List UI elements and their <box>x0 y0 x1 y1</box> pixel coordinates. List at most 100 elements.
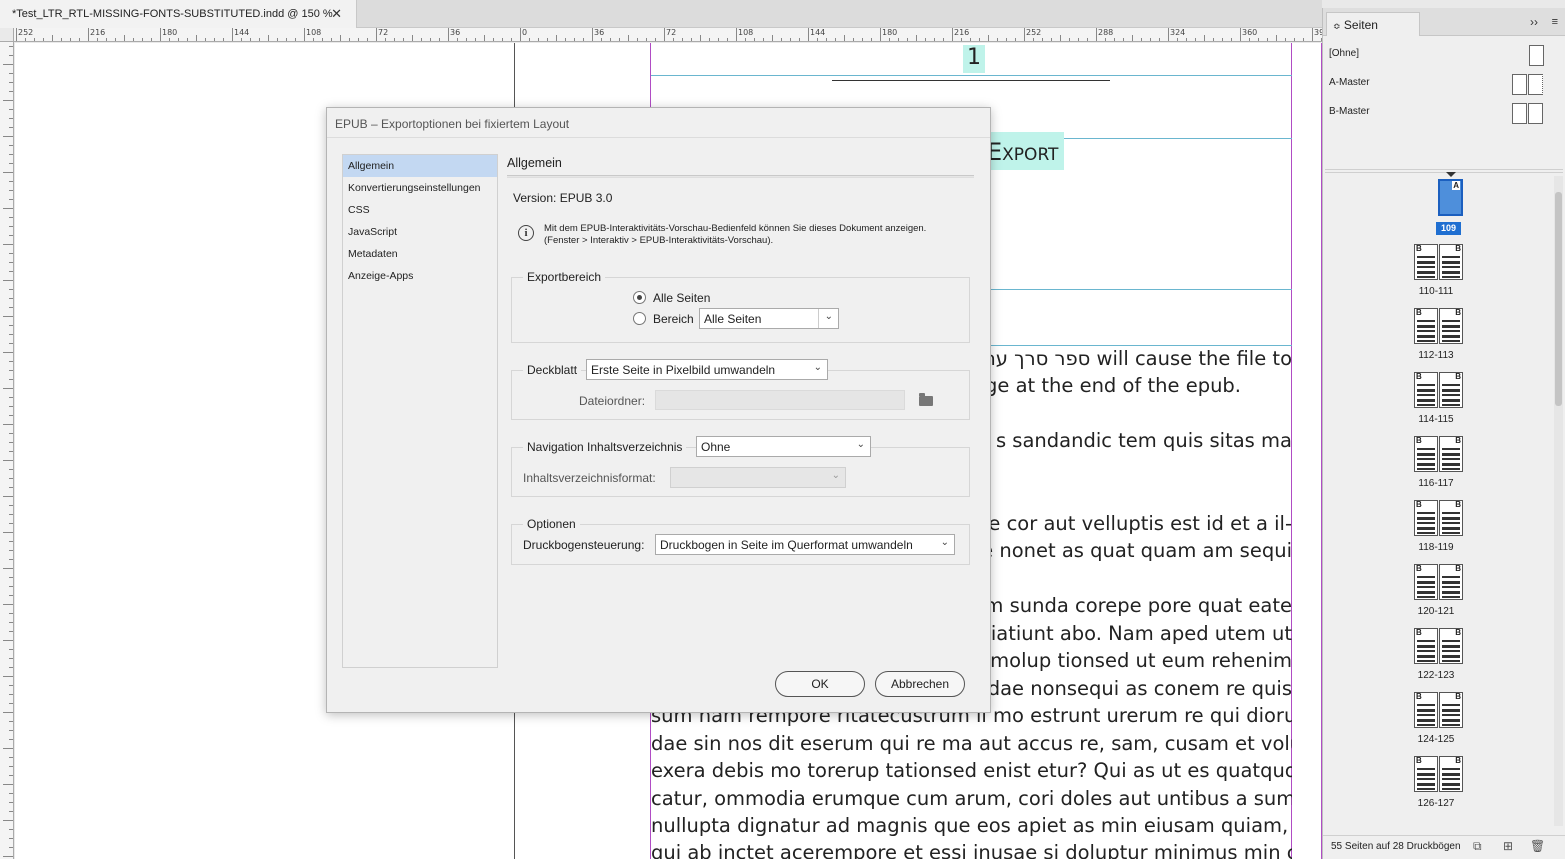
spread-label[interactable]: 120-121 <box>1396 606 1476 617</box>
spread-label[interactable]: 116-117 <box>1396 478 1476 489</box>
spread-label[interactable]: 110-111 <box>1396 286 1476 297</box>
master-letter: B <box>1455 500 1461 509</box>
edit-page-size-icon[interactable]: ⧉ <box>1473 839 1482 854</box>
ruler-tick <box>529 38 530 41</box>
ruler-tick <box>241 38 242 41</box>
page-thumbnail[interactable]: B <box>1439 756 1463 792</box>
master-b-thumbnail-left[interactable] <box>1512 103 1527 124</box>
panel-menu-icon[interactable]: ≡ <box>1552 16 1558 28</box>
spread-label[interactable]: 124-125 <box>1396 734 1476 745</box>
range-select[interactable]: Alle Seiten ⌄ <box>699 308 839 329</box>
spread-label[interactable]: 126-127 <box>1396 798 1476 809</box>
page-thumbnail[interactable]: B <box>1439 244 1463 280</box>
spread-thumbnail[interactable]: BB <box>1414 372 1464 408</box>
page-109-label[interactable]: 109 <box>1436 222 1461 235</box>
page-thumbnail[interactable]: B <box>1439 308 1463 344</box>
page-thumbnail[interactable]: B <box>1414 372 1438 408</box>
navigation-select[interactable]: Ohne ⌄ <box>696 436 871 457</box>
page-thumbnail[interactable]: B <box>1414 692 1438 728</box>
text-block <box>1442 261 1460 264</box>
spread-label[interactable]: 114-115 <box>1396 414 1476 425</box>
page-thumbnail[interactable]: B <box>1414 244 1438 280</box>
page-thumbnail[interactable]: B <box>1414 628 1438 664</box>
page-thumbnail[interactable]: B <box>1414 308 1438 344</box>
spread-thumbnail[interactable]: BB <box>1414 436 1464 472</box>
folder-icon[interactable] <box>919 393 933 406</box>
page-thumbnail[interactable]: B <box>1439 628 1463 664</box>
nav-item-allgemein[interactable]: Allgemein <box>343 155 497 177</box>
new-page-icon[interactable]: ⊞ <box>1503 839 1513 853</box>
ruler-label: 0 <box>522 28 528 37</box>
panel-divider[interactable] <box>1325 169 1563 173</box>
ruler-tick <box>934 38 935 41</box>
pages-scroll-thumb[interactable] <box>1555 192 1562 406</box>
cancel-button[interactable]: Abbrechen <box>875 671 965 697</box>
ruler-tick <box>673 38 674 41</box>
master-a-thumbnail-right[interactable] <box>1528 74 1543 95</box>
nav-item-javascript[interactable]: JavaScript <box>343 221 497 243</box>
page-thumbnail[interactable]: B <box>1439 372 1463 408</box>
spread-thumbnail[interactable]: BB <box>1414 628 1464 664</box>
horizontal-ruler[interactable]: 252 216 180 144 108 72 36 0 36 72 108 144 180 216 252 2… <box>14 28 1322 42</box>
ruler-tick <box>9 55 13 56</box>
document-tab-title: *Test_LTR_RTL-MISSING-FONTS-SUBSTITUTED.… <box>12 8 333 20</box>
pages-panel-tab[interactable]: ≎ Seiten <box>1326 12 1420 36</box>
spine-marker-icon <box>1446 172 1456 177</box>
ruler-tick <box>9 343 13 344</box>
ruler-tick <box>1105 38 1106 41</box>
nav-item-anzeige-apps[interactable]: Anzeige-Apps <box>343 265 497 287</box>
spread-label[interactable]: 122-123 <box>1396 670 1476 681</box>
spread-thumbnail[interactable]: BB <box>1414 756 1464 792</box>
toc-format-select[interactable]: ⌄ <box>670 467 846 488</box>
radio-range-label[interactable]: Bereich <box>653 312 694 326</box>
nav-item-konvertierungseinstellungen[interactable]: Konvertierungseinstellungen <box>343 177 497 199</box>
text-block <box>1417 389 1435 392</box>
nav-item-css[interactable]: CSS <box>343 199 497 221</box>
ruler-tick <box>808 28 809 41</box>
delete-page-icon[interactable]: 🗑 <box>1530 839 1545 853</box>
page-thumbnail[interactable]: B <box>1439 564 1463 600</box>
master-none-thumbnail[interactable] <box>1529 45 1544 66</box>
radio-range[interactable] <box>633 312 646 325</box>
page-109-thumbnail[interactable]: A <box>1438 179 1463 216</box>
spread-thumbnail[interactable]: BB <box>1414 564 1464 600</box>
spread-thumbnail[interactable]: BB <box>1414 308 1464 344</box>
body-line: dae sin nos dit eserum qui re ma aut acc… <box>651 732 1292 755</box>
spread-thumbnail[interactable]: BB <box>1414 692 1464 728</box>
nav-item-metadaten[interactable]: Metadaten <box>343 243 497 265</box>
master-b[interactable]: B-Master <box>1329 106 1370 117</box>
page-thumbnail[interactable]: B <box>1439 692 1463 728</box>
page-thumbnail[interactable]: B <box>1414 436 1438 472</box>
page-thumbnail[interactable]: B <box>1414 564 1438 600</box>
ruler-tick <box>9 559 13 560</box>
page-thumbnail[interactable]: B <box>1439 500 1463 536</box>
ruler-tick <box>1060 35 1061 41</box>
expand-panel-icon[interactable]: ›› <box>1530 15 1538 29</box>
document-tab[interactable]: *Test_LTR_RTL-MISSING-FONTS-SUBSTITUTED.… <box>0 0 357 28</box>
spread-control-select[interactable]: Druckbogen in Seite im Querformat umwand… <box>655 534 955 555</box>
ruler-origin[interactable] <box>0 28 14 42</box>
ruler-tick <box>871 38 872 41</box>
ok-button[interactable]: OK <box>775 671 865 697</box>
spread-label[interactable]: 112-113 <box>1396 350 1476 361</box>
master-a-thumbnail-left[interactable] <box>1512 74 1527 95</box>
pages-scrollbar[interactable] <box>1554 176 1563 826</box>
vertical-ruler[interactable] <box>0 28 14 859</box>
spread-label[interactable]: 118-119 <box>1396 542 1476 553</box>
radio-all-pages-label[interactable]: Alle Seiten <box>653 291 710 305</box>
radio-all-pages[interactable] <box>633 291 646 304</box>
spread-thumbnail[interactable]: BB <box>1414 244 1464 280</box>
page-thumbnail[interactable]: B <box>1414 756 1438 792</box>
page-thumbnail[interactable]: B <box>1414 500 1438 536</box>
dialog-titlebar[interactable]: EPUB – Exportoptionen bei fixiertem Layo… <box>327 108 990 138</box>
close-tab-icon[interactable]: ✕ <box>331 6 342 22</box>
master-a[interactable]: A-Master <box>1329 77 1370 88</box>
page-thumbnail[interactable]: B <box>1439 436 1463 472</box>
spread-thumbnail[interactable]: BB <box>1414 500 1464 536</box>
cover-select[interactable]: Erste Seite in Pixelbild umwandeln ⌄ <box>586 359 828 380</box>
ruler-tick <box>1258 38 1259 41</box>
ruler-label: 288 <box>1098 28 1114 37</box>
master-letter: B <box>1416 244 1422 253</box>
master-none[interactable]: [Ohne] <box>1329 48 1359 59</box>
master-b-thumbnail-right[interactable] <box>1528 103 1543 124</box>
